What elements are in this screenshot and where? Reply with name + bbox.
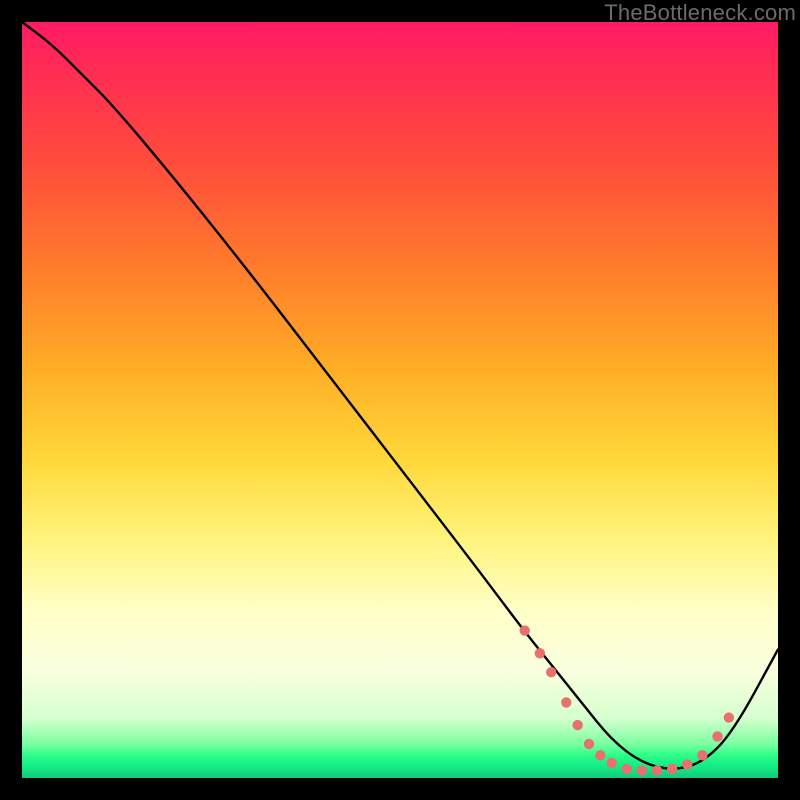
marker-dot	[622, 764, 632, 774]
marker-dots	[520, 625, 735, 775]
marker-dot	[520, 625, 530, 635]
curve-line	[22, 22, 778, 769]
marker-dot	[546, 667, 556, 677]
marker-dot	[535, 648, 545, 658]
marker-dot	[606, 758, 616, 768]
marker-dot	[637, 765, 647, 775]
marker-dot	[682, 759, 692, 769]
marker-dot	[584, 739, 594, 749]
marker-dot	[712, 731, 722, 741]
marker-dot	[595, 750, 605, 760]
chart-svg	[22, 22, 778, 778]
marker-dot	[572, 720, 582, 730]
chart-frame	[22, 22, 778, 778]
series-curve	[22, 22, 778, 769]
marker-dot	[667, 764, 677, 774]
marker-dot	[652, 765, 662, 775]
chart-stage: TheBottleneck.com	[0, 0, 800, 800]
marker-dot	[697, 750, 707, 760]
marker-dot	[724, 712, 734, 722]
marker-dot	[561, 697, 571, 707]
